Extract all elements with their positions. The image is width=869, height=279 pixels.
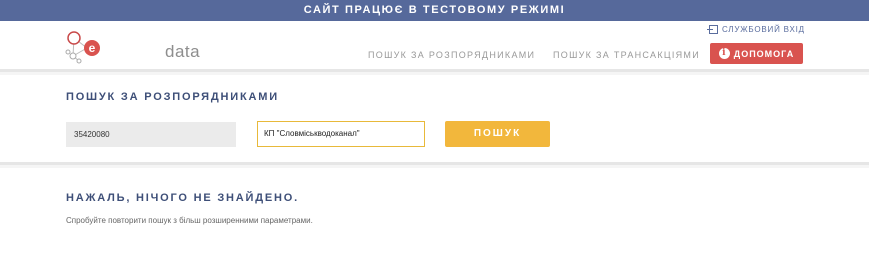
- molecule-logo-icon: e: [65, 31, 100, 64]
- search-button[interactable]: ПОШУК: [445, 121, 550, 147]
- svg-text:e: e: [89, 41, 96, 55]
- search-panel: ПОШУК ЗА РОЗПОРЯДНИКАМИ 35420080 КП "Сло…: [0, 75, 869, 165]
- name-input[interactable]: КП "Словміськводоканал": [257, 121, 425, 147]
- logo-text: data: [165, 42, 201, 61]
- help-button[interactable]: i ДОПОМОГА: [710, 43, 803, 64]
- service-login-link[interactable]: СЛУЖБОВИЙ ВХІД: [707, 25, 805, 34]
- test-mode-banner: САЙТ ПРАЦЮЄ В ТЕСТОВОМУ РЕЖИМІ: [0, 0, 869, 21]
- help-label: ДОПОМОГА: [733, 48, 795, 59]
- code-input[interactable]: 35420080: [66, 122, 236, 147]
- nav-search-by-transactions[interactable]: ПОШУК ЗА ТРАНСАКЦІЯМИ: [553, 50, 700, 60]
- nav-search-by-managers[interactable]: ПОШУК ЗА РОЗПОРЯДНИКАМИ: [368, 50, 535, 60]
- no-results-hint: Спробуйте повторити пошук з більш розшир…: [66, 216, 313, 225]
- edata-logo[interactable]: e data: [65, 28, 200, 64]
- info-icon: i: [718, 48, 730, 59]
- service-login-label: СЛУЖБОВИЙ ВХІД: [722, 25, 805, 34]
- search-title: ПОШУК ЗА РОЗПОРЯДНИКАМИ: [66, 91, 279, 103]
- no-results-title: НАЖАЛЬ, НІЧОГО НЕ ЗНАЙДЕНО.: [66, 192, 299, 204]
- site-header: e data СЛУЖБОВИЙ ВХІД ПОШУК ЗА РОЗПОРЯДН…: [0, 21, 869, 72]
- results-panel: НАЖАЛЬ, НІЧОГО НЕ ЗНАЙДЕНО. Спробуйте по…: [0, 168, 869, 279]
- login-icon: [707, 25, 718, 34]
